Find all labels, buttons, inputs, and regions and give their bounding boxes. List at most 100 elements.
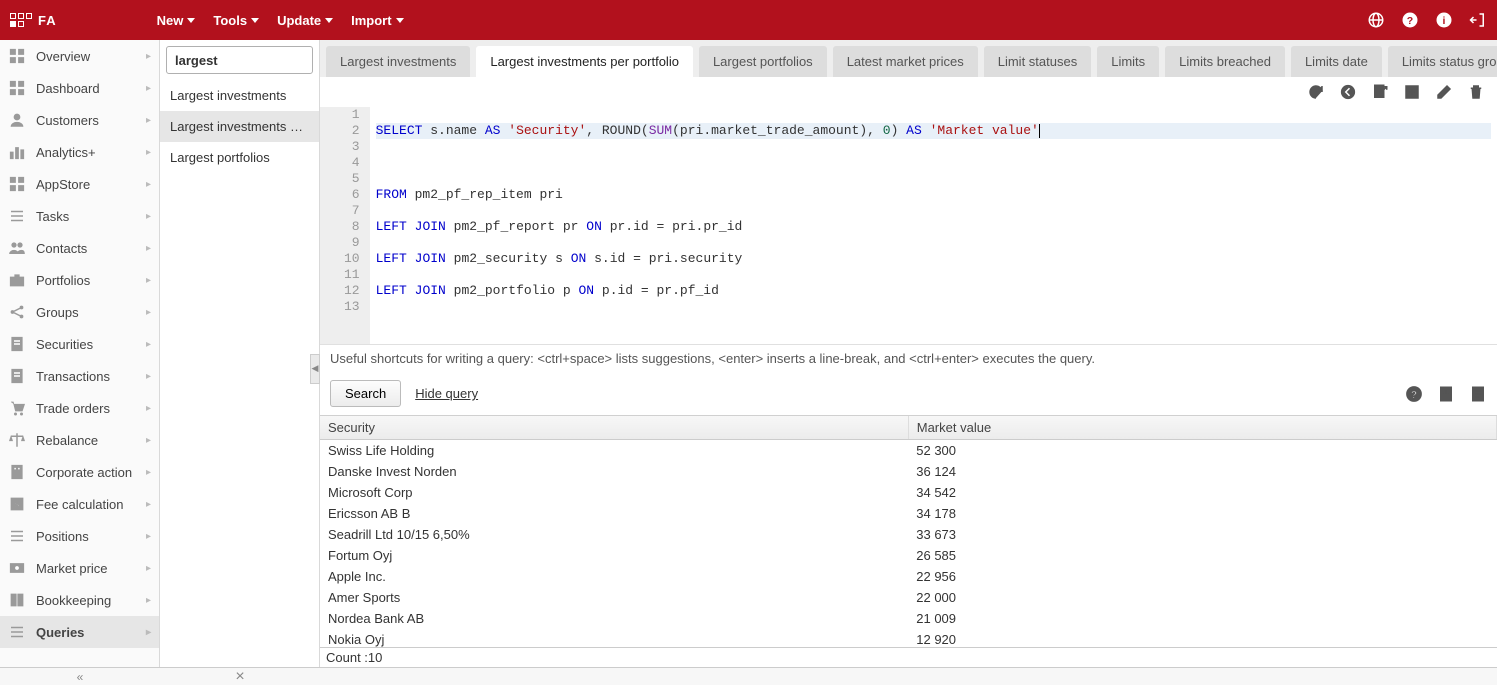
- chevron-right-icon: ▸: [146, 435, 151, 446]
- table-row[interactable]: Nokia Oyj12 920: [320, 629, 1497, 647]
- sidebar-item-contacts[interactable]: Contacts▸: [0, 232, 159, 264]
- grid-icon: [8, 175, 26, 193]
- tab[interactable]: Limits status groups: [1388, 46, 1497, 77]
- results-table-wrap: Security Market value Swiss Life Holding…: [320, 415, 1497, 647]
- cart-icon: [8, 399, 26, 417]
- sidebar-item-appstore[interactable]: AppStore▸: [0, 168, 159, 200]
- table-row[interactable]: Seadrill Ltd 10/15 6,50%33 673: [320, 524, 1497, 545]
- doc-icon: [8, 367, 26, 385]
- document-icon[interactable]: [1469, 385, 1487, 403]
- results-table: Security Market value Swiss Life Holding…: [320, 416, 1497, 647]
- table-row[interactable]: Microsoft Corp34 542: [320, 482, 1497, 503]
- sidebar-item-securities[interactable]: Securities▸: [0, 328, 159, 360]
- sidebar-item-label: Groups: [36, 305, 136, 320]
- sidebar-item-label: Corporate action: [36, 465, 136, 480]
- tab[interactable]: Largest investments per portfolio: [476, 46, 693, 77]
- info-icon[interactable]: i: [1435, 11, 1453, 29]
- svg-text:i: i: [1443, 15, 1446, 27]
- tab[interactable]: Limits breached: [1165, 46, 1285, 77]
- table-cell: 34 542: [908, 482, 1496, 503]
- sidebar-item-customers[interactable]: Customers▸: [0, 104, 159, 136]
- tab[interactable]: Limits: [1097, 46, 1159, 77]
- help-icon[interactable]: ?: [1401, 11, 1419, 29]
- logo-icon: [10, 13, 32, 27]
- export-icon[interactable]: [1371, 83, 1389, 101]
- help-results-icon[interactable]: ?: [1405, 385, 1423, 403]
- globe-icon[interactable]: [1367, 11, 1385, 29]
- list-item[interactable]: Largest portfolios: [160, 142, 319, 173]
- collapse-left-icon[interactable]: «: [0, 670, 160, 684]
- code-area[interactable]: SELECT s.name AS 'Security', ROUND(SUM(p…: [370, 107, 1497, 344]
- table-cell: 12 920: [908, 629, 1496, 647]
- sidebar-item-portfolios[interactable]: Portfolios▸: [0, 264, 159, 296]
- search-input[interactable]: [166, 46, 313, 74]
- tab[interactable]: Latest market prices: [833, 46, 978, 77]
- table-cell: Nokia Oyj: [320, 629, 908, 647]
- table-cell: 34 178: [908, 503, 1496, 524]
- collapse-sidebar-button[interactable]: ◀: [310, 354, 320, 384]
- sidebar-item-corporate-action[interactable]: Corporate action▸: [0, 456, 159, 488]
- table-row[interactable]: Fortum Oyj26 585: [320, 545, 1497, 566]
- sidebar-item-label: Dashboard: [36, 81, 136, 96]
- chevron-right-icon: ▸: [146, 211, 151, 222]
- back-icon[interactable]: [1339, 83, 1357, 101]
- logout-icon[interactable]: [1469, 11, 1487, 29]
- search-button[interactable]: Search: [330, 380, 401, 407]
- sidebar-item-bookkeeping[interactable]: Bookkeeping▸: [0, 584, 159, 616]
- list-item[interactable]: Largest investments: [160, 80, 319, 111]
- tab[interactable]: Limit statuses: [984, 46, 1091, 77]
- menu-update[interactable]: Update: [277, 13, 333, 28]
- refresh-icon[interactable]: [1307, 83, 1325, 101]
- sql-editor[interactable]: 12345678910111213 SELECT s.name AS 'Secu…: [320, 107, 1497, 345]
- sidebar-item-transactions[interactable]: Transactions▸: [0, 360, 159, 392]
- sidebar-item-tasks[interactable]: Tasks▸: [0, 200, 159, 232]
- menu-label: Import: [351, 13, 391, 28]
- column-header-market-value[interactable]: Market value: [908, 416, 1496, 440]
- sidebar-item-label: Analytics+: [36, 145, 136, 160]
- sidebar-item-queries[interactable]: Queries▸: [0, 616, 159, 648]
- chevron-down-icon: [396, 18, 404, 23]
- sidebar-item-rebalance[interactable]: Rebalance▸: [0, 424, 159, 456]
- query-actions: Search Hide query ?: [320, 372, 1497, 415]
- table-cell: Microsoft Corp: [320, 482, 908, 503]
- sidebar-item-trade-orders[interactable]: Trade orders▸: [0, 392, 159, 424]
- sidebar-item-market-price[interactable]: Market price▸: [0, 552, 159, 584]
- sidebar-item-label: AppStore: [36, 177, 136, 192]
- doc-icon: [8, 335, 26, 353]
- table-row[interactable]: Apple Inc.22 956: [320, 566, 1497, 587]
- download-icon[interactable]: [1437, 385, 1455, 403]
- menu-new[interactable]: New: [157, 13, 196, 28]
- column-header-security[interactable]: Security: [320, 416, 908, 440]
- chevron-right-icon: ▸: [146, 371, 151, 382]
- edit-icon[interactable]: [1435, 83, 1453, 101]
- table-row[interactable]: Ericsson AB B34 178: [320, 503, 1497, 524]
- hide-query-link[interactable]: Hide query: [415, 386, 478, 401]
- chevron-right-icon: ▸: [146, 51, 151, 62]
- table-row[interactable]: Danske Invest Norden36 124: [320, 461, 1497, 482]
- scale-icon: [8, 431, 26, 449]
- close-panel-icon[interactable]: ×: [227, 668, 252, 685]
- tab[interactable]: Largest investments: [326, 46, 470, 77]
- delete-icon[interactable]: [1467, 83, 1485, 101]
- sidebar-item-label: Fee calculation: [36, 497, 136, 512]
- list-icon: [8, 623, 26, 641]
- sidebar-item-fee-calculation[interactable]: $Fee calculation▸: [0, 488, 159, 520]
- sidebar-item-overview[interactable]: Overview▸: [0, 40, 159, 72]
- table-row[interactable]: Amer Sports22 000: [320, 587, 1497, 608]
- add-icon[interactable]: [1403, 83, 1421, 101]
- sidebar-item-label: Market price: [36, 561, 136, 576]
- menu-import[interactable]: Import: [351, 13, 403, 28]
- sidebar-item-analytics-[interactable]: Analytics+▸: [0, 136, 159, 168]
- table-row[interactable]: Nordea Bank AB21 009: [320, 608, 1497, 629]
- list-item[interactable]: Largest investments per ...: [160, 111, 319, 142]
- sidebar-item-positions[interactable]: Positions▸: [0, 520, 159, 552]
- tab[interactable]: Limits date: [1291, 46, 1382, 77]
- table-cell: 26 585: [908, 545, 1496, 566]
- menu-tools[interactable]: Tools: [213, 13, 259, 28]
- sidebar-item-dashboard[interactable]: Dashboard▸: [0, 72, 159, 104]
- chevron-right-icon: ▸: [146, 307, 151, 318]
- table-row[interactable]: Swiss Life Holding52 300: [320, 440, 1497, 462]
- sidebar-item-groups[interactable]: Groups ▸: [0, 296, 159, 328]
- tab[interactable]: Largest portfolios: [699, 46, 827, 77]
- chevron-right-icon: ▸: [146, 275, 151, 286]
